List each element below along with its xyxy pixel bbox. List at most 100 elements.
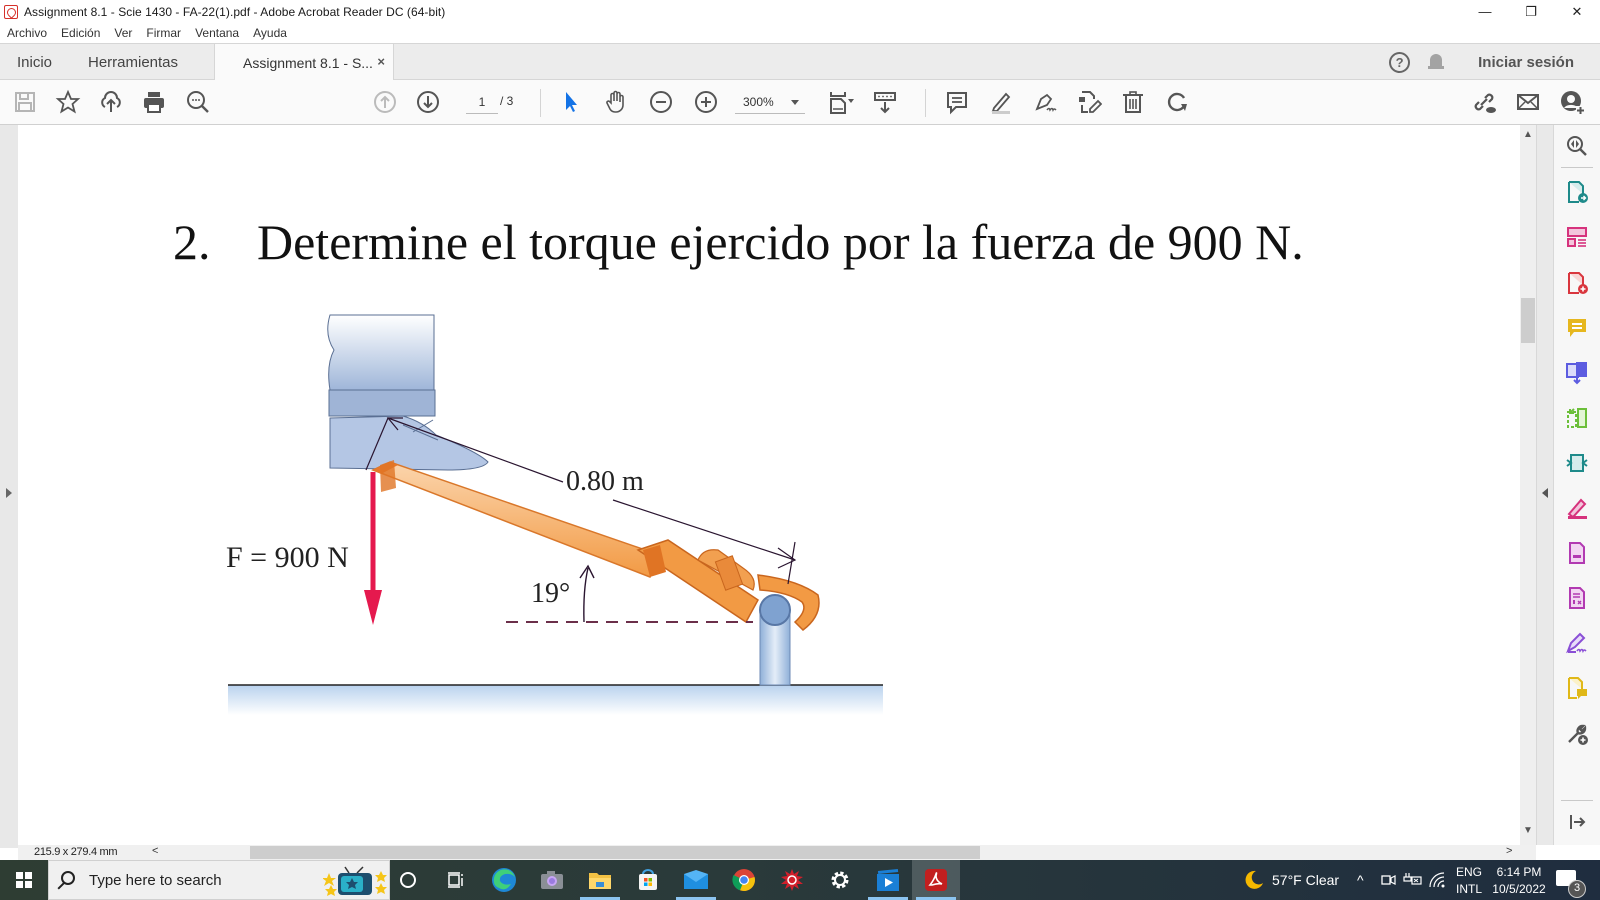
highlight-icon[interactable]: [987, 88, 1015, 116]
tab-document[interactable]: Assignment 8.1 - S... ×: [214, 44, 394, 81]
status-bar: 215.9 x 279.4 mm < >: [18, 845, 1536, 860]
next-page-icon[interactable]: [414, 88, 442, 116]
protect-icon[interactable]: [1564, 585, 1590, 611]
cloud-upload-icon[interactable]: [97, 88, 125, 116]
scroll-down-icon[interactable]: ▼: [1523, 825, 1533, 836]
export-pdf-icon[interactable]: [1564, 179, 1590, 205]
compress-icon[interactable]: [1564, 405, 1590, 431]
wifi-icon[interactable]: [1428, 860, 1446, 900]
edit-text-icon[interactable]: [1075, 88, 1103, 116]
system-clock[interactable]: 6:14 PM 10/5/2022: [1488, 864, 1550, 898]
share-link-icon[interactable]: [1470, 88, 1498, 116]
help-icon[interactable]: ?: [1389, 51, 1411, 73]
scroll-mode-icon[interactable]: [871, 88, 899, 116]
scroll-left-icon[interactable]: <: [152, 845, 158, 857]
create-pdf-icon[interactable]: [1564, 270, 1590, 296]
search-highlight-tv-icon: [323, 866, 387, 896]
input-language-indicator[interactable]: ENG INTL: [1452, 864, 1486, 898]
video-app-icon[interactable]: [864, 860, 912, 900]
print-icon[interactable]: [140, 88, 168, 116]
fill-sign-icon[interactable]: [1564, 495, 1590, 521]
menu-ayuda[interactable]: Ayuda: [253, 26, 287, 40]
acrobat-icon[interactable]: [912, 860, 960, 900]
vertical-scrollbar[interactable]: ▲ ▼: [1520, 125, 1536, 845]
zoom-out-icon[interactable]: [647, 88, 675, 116]
document-viewport[interactable]: 2. Determine el torque ejercido por la fu…: [18, 125, 1520, 845]
search-document-icon[interactable]: [184, 88, 212, 116]
zoom-level-select[interactable]: 300%: [735, 92, 805, 114]
start-button[interactable]: [0, 860, 48, 900]
organize-pages-icon[interactable]: [1564, 224, 1590, 250]
left-navigation-pane: [0, 125, 18, 848]
scroll-right-icon[interactable]: >: [1506, 845, 1512, 857]
show-hidden-icons-button[interactable]: ^: [1357, 860, 1364, 900]
select-cursor-icon[interactable]: [557, 88, 585, 116]
problem-number: 2.: [173, 214, 211, 270]
windows-taskbar: Type here to search 57°F Clear ^ ENG INT…: [0, 860, 1600, 900]
tab-inicio[interactable]: Inicio: [17, 44, 52, 80]
menu-ver[interactable]: Ver: [114, 26, 132, 40]
page-number-input[interactable]: 1: [466, 92, 498, 114]
acrobat-app-icon: [4, 4, 18, 19]
sign-icon[interactable]: [1031, 88, 1059, 116]
close-window-button[interactable]: ✕: [1554, 0, 1600, 23]
prepare-form-icon[interactable]: [1564, 540, 1590, 566]
email-icon[interactable]: [1514, 88, 1542, 116]
tab-herramientas[interactable]: Herramientas: [88, 44, 178, 80]
menu-edicion[interactable]: Edición: [61, 26, 100, 40]
expand-left-pane-icon[interactable]: [6, 488, 12, 498]
pane-divider: [1561, 167, 1593, 168]
cortana-icon[interactable]: [384, 860, 432, 900]
camera-icon[interactable]: [528, 860, 576, 900]
fit-page-icon[interactable]: [827, 88, 855, 116]
notification-bell-icon[interactable]: [1428, 52, 1445, 72]
add-user-icon[interactable]: [1558, 88, 1586, 116]
meet-now-icon[interactable]: [1380, 860, 1396, 900]
save-icon[interactable]: [11, 88, 39, 116]
zoom-in-icon[interactable]: [692, 88, 720, 116]
taskbar-search-box[interactable]: Type here to search: [48, 860, 390, 900]
send-for-comments-icon[interactable]: [1564, 675, 1590, 701]
file-explorer-icon[interactable]: [576, 860, 624, 900]
menu-archivo[interactable]: Archivo: [7, 26, 47, 40]
collapse-pane-icon[interactable]: [1564, 809, 1590, 835]
scrollbar-thumb[interactable]: [1521, 298, 1535, 343]
horizontal-scrollbar-thumb[interactable]: [250, 846, 980, 859]
settings-icon[interactable]: [816, 860, 864, 900]
request-signature-icon[interactable]: [1564, 630, 1590, 656]
comment-tool-icon[interactable]: [1564, 315, 1590, 341]
rotate-icon[interactable]: [1163, 88, 1191, 116]
chrome-icon[interactable]: [720, 860, 768, 900]
scroll-up-icon[interactable]: ▲: [1523, 129, 1533, 140]
minimize-button[interactable]: —: [1462, 0, 1508, 23]
previous-page-icon[interactable]: [371, 88, 399, 116]
problem-text: Determine el torque ejercido por la fuer…: [257, 214, 1304, 270]
keyboard-layout: INTL: [1455, 882, 1482, 896]
windows-logo-icon: [16, 872, 32, 888]
menu-firmar[interactable]: Firmar: [146, 26, 181, 40]
restore-button[interactable]: ❐: [1508, 0, 1554, 23]
spiral-app-icon[interactable]: [768, 860, 816, 900]
right-pane-toggle[interactable]: [1536, 125, 1554, 845]
more-tools-icon[interactable]: [1564, 721, 1590, 747]
task-view-icon[interactable]: [432, 860, 480, 900]
chevron-up-icon: ^: [1357, 872, 1364, 888]
clock-date: 10/5/2022: [1492, 882, 1546, 896]
combine-files-icon[interactable]: [1564, 360, 1590, 386]
weather-widget[interactable]: 57°F Clear: [1242, 860, 1339, 900]
close-tab-icon[interactable]: ×: [377, 54, 385, 69]
edge-icon[interactable]: [480, 860, 528, 900]
power-status-icon[interactable]: [1402, 860, 1422, 900]
store-icon[interactable]: [624, 860, 672, 900]
bookmark-star-icon[interactable]: [54, 88, 82, 116]
comment-icon[interactable]: [943, 88, 971, 116]
mail-icon[interactable]: [672, 860, 720, 900]
enhance-scan-icon[interactable]: [1564, 133, 1590, 159]
collapse-right-pane-icon[interactable]: [1542, 488, 1548, 498]
delete-icon[interactable]: [1119, 88, 1147, 116]
hand-pan-icon[interactable]: [602, 88, 630, 116]
page-size-label: 215.9 x 279.4 mm: [34, 846, 118, 858]
edit-pdf-icon[interactable]: [1564, 450, 1590, 476]
menu-ventana[interactable]: Ventana: [195, 26, 239, 40]
sign-in-button[interactable]: Iniciar sesión: [1478, 54, 1574, 71]
